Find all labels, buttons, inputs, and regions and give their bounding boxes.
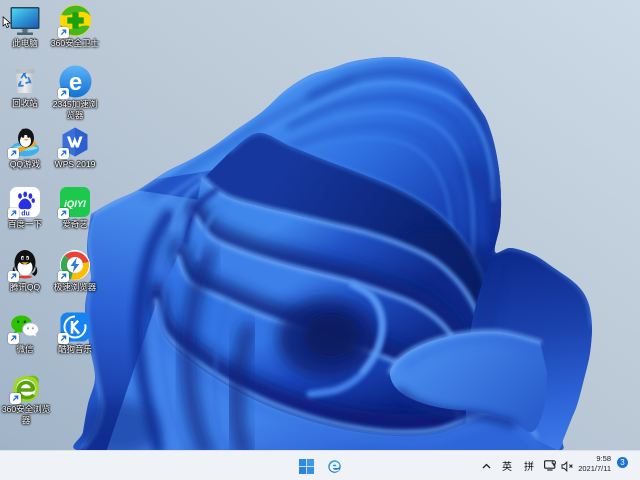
svg-text:du: du (21, 211, 30, 218)
svg-text:e: e (68, 69, 81, 96)
